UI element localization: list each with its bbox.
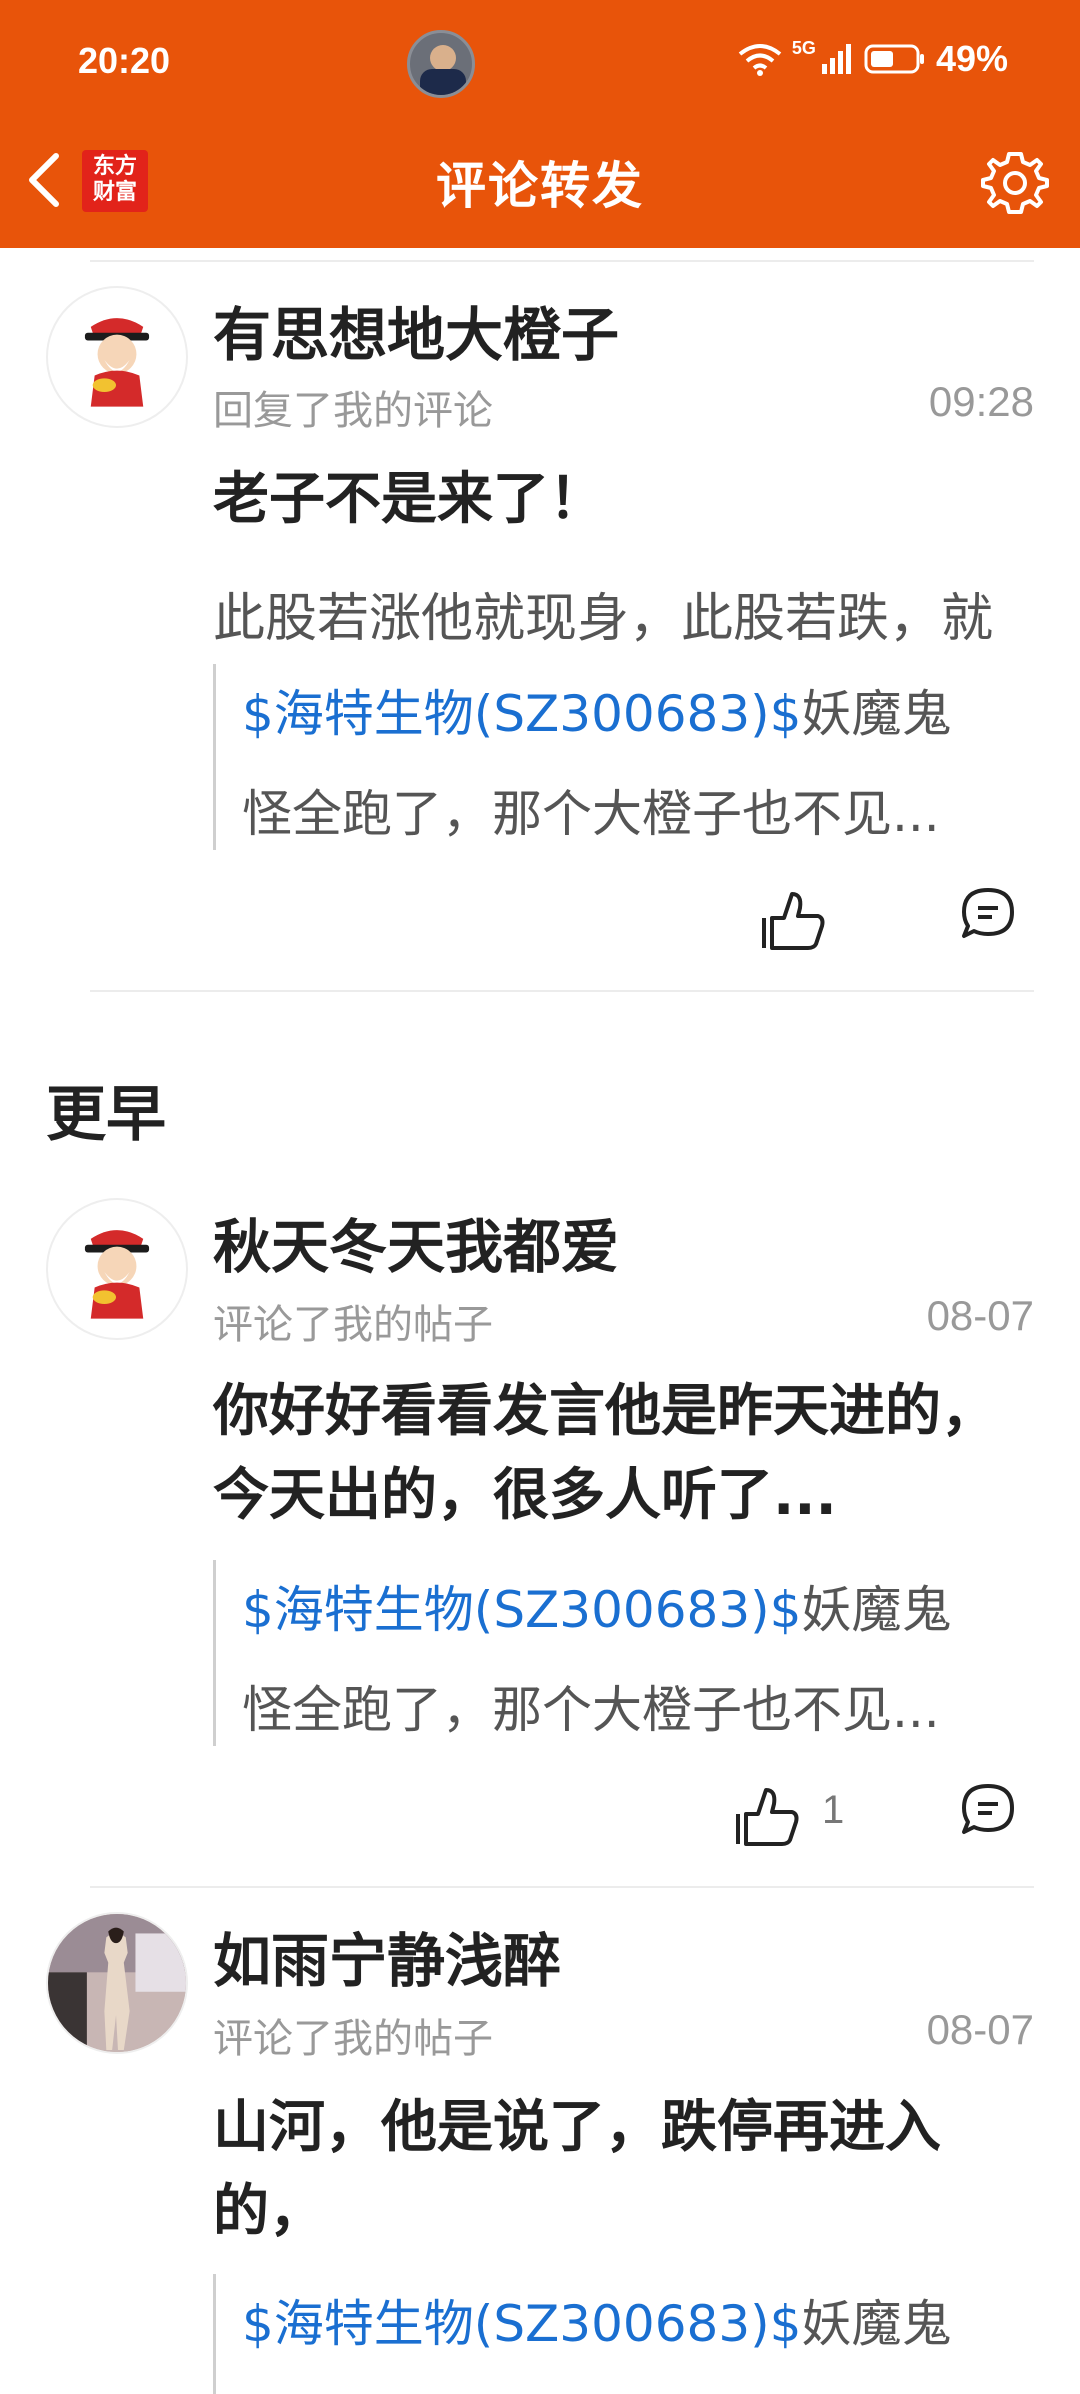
commenter-name[interactable]: 有思想地大橙子: [213, 288, 619, 372]
comment-text[interactable]: 老子不是来了！: [213, 458, 1034, 542]
stock-link[interactable]: $海特生物(SZ300683)$: [242, 1581, 802, 1639]
action-text: 回复了我的评论: [213, 388, 493, 434]
section-title-earlier: 更早: [46, 1080, 166, 1150]
divider: [90, 1886, 1034, 1888]
fortune-god-avatar-icon: [48, 288, 186, 426]
comment-text[interactable]: 山河，他是说了，跌停再进入的，: [213, 2086, 1034, 2254]
status-icons: 5G 49%: [738, 38, 1008, 80]
timestamp: 08-07: [926, 2006, 1034, 2053]
action-text: 评论了我的帖子: [213, 1302, 493, 1348]
commenter-name[interactable]: 秋天冬天我都爱: [213, 1200, 619, 1284]
quoted-post[interactable]: $海特生物(SZ300683)$妖魔鬼: [213, 2274, 1034, 2394]
timestamp: 09:28: [928, 378, 1034, 425]
thumbs-up-icon[interactable]: [732, 1782, 802, 1852]
stock-link[interactable]: $海特生物(SZ300683)$: [242, 685, 802, 743]
avatar[interactable]: [46, 1198, 188, 1340]
stock-link[interactable]: $海特生物(SZ300683)$: [242, 2295, 802, 2353]
quoted-post[interactable]: $海特生物(SZ300683)$妖魔鬼 怪全跑了，那个大橙子也不见...: [213, 664, 1034, 850]
like-count: 1: [822, 1788, 845, 1832]
commenter-name[interactable]: 如雨宁静浅醉: [213, 1914, 561, 1998]
fortune-god-avatar-icon: [48, 1200, 186, 1338]
divider: [90, 990, 1034, 992]
comment-bubble-icon[interactable]: [958, 884, 1018, 944]
comment-bubble-icon[interactable]: [958, 1780, 1018, 1840]
signal-icon: [821, 44, 851, 74]
page-title: 评论转发: [436, 157, 644, 215]
avatar[interactable]: [46, 1912, 188, 2054]
battery-level: 49%: [935, 38, 1008, 79]
comment-text[interactable]: 你好好看看发言他是昨天进的，今天出的，很多人听了...: [213, 1370, 1034, 1538]
avatar[interactable]: [46, 286, 188, 428]
top-bar: 20:20 5G 49% 东方 财富 评论转发: [0, 0, 1080, 248]
photo-avatar-icon: [48, 1914, 186, 2052]
comment-subtext: 此股若涨他就现身，此股若跌，就: [213, 589, 994, 649]
gear-icon[interactable]: [980, 148, 1050, 218]
status-notification-avatar: [407, 30, 475, 98]
wifi-icon: [738, 44, 782, 76]
thumbs-up-icon[interactable]: [758, 886, 828, 956]
status-time: 20:20: [78, 40, 171, 81]
timestamp: 08-07: [926, 1292, 1034, 1339]
divider: [90, 260, 1034, 262]
action-text: 评论了我的帖子: [213, 2016, 493, 2062]
network-label: 5G: [791, 38, 816, 58]
battery-icon: [864, 44, 924, 74]
quoted-post[interactable]: $海特生物(SZ300683)$妖魔鬼 怪全跑了，那个大橙子也不见...: [213, 1560, 1034, 1746]
